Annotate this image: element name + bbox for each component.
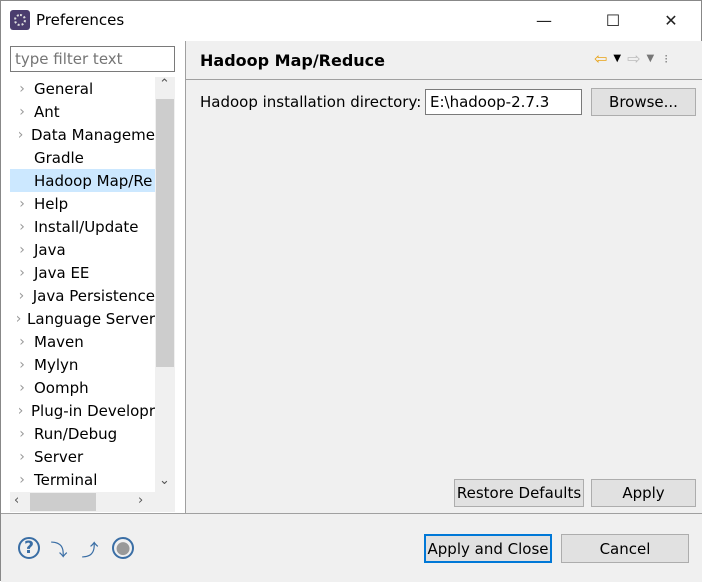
chevron-right-icon[interactable]: › bbox=[10, 449, 34, 465]
tree-item-label: Run/Debug bbox=[34, 424, 118, 443]
tree-horizontal-scrollbar[interactable]: ‹ › bbox=[10, 492, 175, 512]
chevron-right-icon[interactable]: › bbox=[10, 104, 34, 120]
tree-item-label: Server bbox=[34, 447, 84, 466]
restore-defaults-button[interactable]: Restore Defaults bbox=[454, 479, 584, 507]
tree-item[interactable]: › Install/Update bbox=[10, 215, 155, 238]
tree-item-label: Plug-in Developr bbox=[30, 401, 155, 420]
tree-item[interactable]: › Java EE bbox=[10, 261, 155, 284]
tree-item-label: General bbox=[34, 79, 94, 98]
header-separator bbox=[186, 79, 702, 80]
vertical-scroll-thumb[interactable] bbox=[156, 99, 174, 367]
tree-item-label: Java EE bbox=[34, 263, 90, 282]
browse-button[interactable]: Browse... bbox=[591, 88, 696, 116]
chevron-right-icon[interactable]: › bbox=[10, 196, 34, 212]
more-menu-icon[interactable]: ⁝ bbox=[664, 52, 668, 66]
back-dropdown-icon[interactable]: ▼ bbox=[613, 53, 621, 64]
forward-arrow-icon[interactable]: ⇨ bbox=[627, 49, 640, 68]
tree-item[interactable]: › Mylyn bbox=[10, 353, 155, 376]
record-icon[interactable]: ● bbox=[112, 537, 134, 559]
tree-item-label: Java bbox=[34, 240, 66, 259]
export-icon[interactable]: ⤴ bbox=[79, 537, 101, 561]
preferences-window: Preferences — ☐ ✕ ›General›Ant›Data Mana… bbox=[0, 0, 702, 582]
import-icon[interactable]: ⤵ bbox=[48, 537, 70, 561]
dir-label: Hadoop installation directory: bbox=[200, 93, 422, 111]
chevron-right-icon[interactable]: › bbox=[10, 334, 34, 350]
tree-item-label: Oomph bbox=[34, 378, 89, 397]
tree-item-label: Ant bbox=[34, 102, 60, 121]
tree-item-label: Install/Update bbox=[34, 217, 139, 236]
window-title: Preferences bbox=[36, 11, 125, 29]
back-arrow-icon[interactable]: ⇦ bbox=[594, 49, 607, 68]
preference-tree: › General › Ant › Data Manageme Gradle Hadoop M… bbox=[10, 77, 155, 492]
scroll-right-icon[interactable]: › bbox=[138, 493, 143, 508]
tree-item[interactable]: › Java Persistence bbox=[10, 284, 155, 307]
tree-item[interactable]: › Terminal bbox=[10, 468, 155, 491]
apply-and-close-button[interactable]: Apply and Close bbox=[424, 534, 552, 563]
tree-vertical-scrollbar[interactable]: ⌃ ⌄ bbox=[155, 77, 175, 492]
chevron-right-icon[interactable]: › bbox=[10, 81, 34, 97]
scroll-down-icon[interactable]: ⌄ bbox=[159, 473, 170, 488]
tree-item-label: Language Server bbox=[27, 309, 155, 328]
forward-dropdown-icon[interactable]: ▼ bbox=[647, 53, 655, 64]
tree-item[interactable]: › Oomph bbox=[10, 376, 155, 399]
tree-item[interactable]: Hadoop Map/Re bbox=[10, 169, 155, 192]
tree-item[interactable]: › Server bbox=[10, 445, 155, 468]
eclipse-icon bbox=[10, 10, 30, 30]
tree-item[interactable]: › Data Manageme bbox=[10, 123, 155, 146]
tree-item-label: Terminal bbox=[34, 470, 98, 489]
tree-item[interactable]: › Language Server bbox=[10, 307, 155, 330]
maximize-button[interactable]: ☐ bbox=[590, 5, 636, 35]
tree-item[interactable]: › Plug-in Developr bbox=[10, 399, 155, 422]
tree-item[interactable]: › Help bbox=[10, 192, 155, 215]
tree-item-label: Mylyn bbox=[34, 355, 79, 374]
tree-item-label: Hadoop Map/Re bbox=[34, 171, 153, 190]
apply-button[interactable]: Apply bbox=[591, 479, 696, 507]
chevron-right-icon[interactable]: › bbox=[10, 242, 34, 258]
chevron-right-icon[interactable]: › bbox=[10, 380, 34, 396]
tree-item[interactable]: › Java bbox=[10, 238, 155, 261]
minimize-button[interactable]: — bbox=[521, 5, 567, 35]
chevron-right-icon[interactable]: › bbox=[10, 288, 33, 304]
tree-item[interactable]: › General bbox=[10, 77, 155, 100]
tree-item[interactable]: › Maven bbox=[10, 330, 155, 353]
chevron-right-icon[interactable]: › bbox=[10, 311, 27, 327]
tree-item-label: Java Persistence bbox=[32, 286, 155, 305]
cancel-button[interactable]: Cancel bbox=[561, 534, 689, 563]
footer: ? ⤵ ⤴ ● Apply and Close Cancel bbox=[1, 514, 702, 582]
scroll-up-icon[interactable]: ⌃ bbox=[159, 77, 170, 92]
tree-item[interactable]: › Ant bbox=[10, 100, 155, 123]
title-bar: Preferences — ☐ ✕ bbox=[1, 1, 701, 39]
tree-item[interactable]: Gradle bbox=[10, 146, 155, 169]
chevron-right-icon[interactable]: › bbox=[10, 357, 34, 373]
chevron-right-icon[interactable]: › bbox=[10, 265, 34, 281]
hadoop-dir-input[interactable] bbox=[425, 89, 582, 115]
chevron-right-icon[interactable]: › bbox=[10, 219, 34, 235]
help-icon[interactable]: ? bbox=[18, 537, 40, 559]
tree-item-label: Gradle bbox=[34, 148, 84, 167]
close-button[interactable]: ✕ bbox=[648, 5, 694, 35]
chevron-right-icon[interactable]: › bbox=[10, 472, 34, 488]
page-navigation: ⇦ ▼ ⇨ ▼ ⁝ bbox=[594, 49, 668, 68]
scroll-left-icon[interactable]: ‹ bbox=[14, 493, 19, 508]
tree-item[interactable]: › Run/Debug bbox=[10, 422, 155, 445]
tree-item-label: Help bbox=[34, 194, 69, 213]
tree-item-label: Data Manageme bbox=[30, 125, 155, 144]
preference-page: Hadoop Map/Reduce ⇦ ▼ ⇨ ▼ ⁝ Hadoop insta… bbox=[186, 41, 702, 513]
page-title: Hadoop Map/Reduce bbox=[200, 51, 386, 70]
tree-item-label: Maven bbox=[34, 332, 84, 351]
chevron-right-icon[interactable]: › bbox=[10, 127, 31, 143]
chevron-right-icon[interactable]: › bbox=[10, 403, 31, 419]
horizontal-scroll-thumb[interactable] bbox=[30, 493, 96, 511]
filter-input[interactable] bbox=[10, 46, 175, 72]
chevron-right-icon[interactable]: › bbox=[10, 426, 34, 442]
